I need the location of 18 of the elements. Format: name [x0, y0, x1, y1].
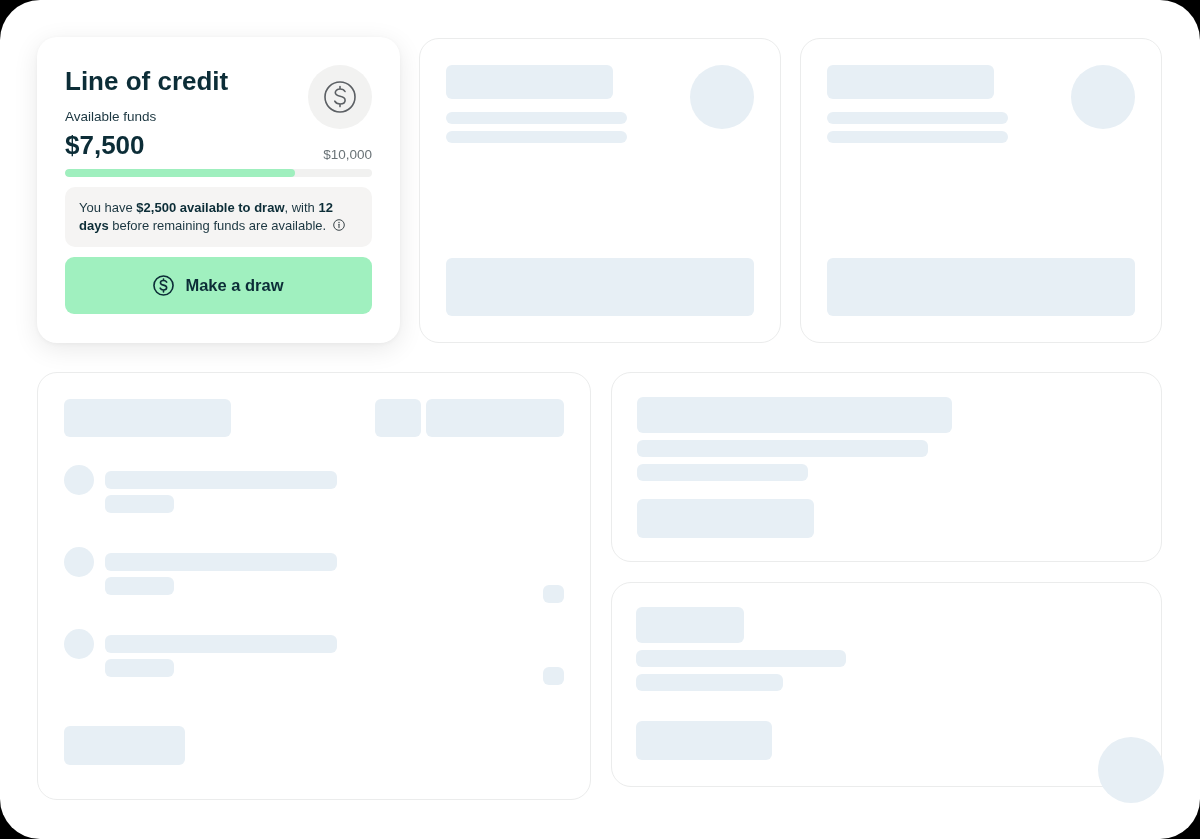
dollar-circle-icon [308, 65, 372, 129]
skeleton-circle [64, 465, 94, 495]
skeleton-bar [375, 399, 421, 437]
dollar-circle-icon [153, 275, 175, 296]
skeleton-bar [105, 659, 174, 677]
skeleton-bar [543, 667, 564, 685]
info-icon[interactable] [332, 219, 345, 231]
skeleton-bar [105, 495, 174, 513]
make-draw-button[interactable]: Make a draw [65, 257, 372, 314]
available-amount: $7,500 [65, 129, 145, 161]
skeleton-bar [543, 585, 564, 603]
credit-limit: $10,000 [323, 146, 372, 164]
card-title: Line of credit [65, 65, 229, 97]
funds-label: Available funds [65, 108, 157, 126]
skeleton-circle [64, 629, 94, 659]
skeleton-circle [64, 547, 94, 577]
notice-text: You have $2,500 available to draw, with 12 days before remaining funds are available. [79, 200, 333, 233]
skeleton-bar [105, 577, 174, 595]
